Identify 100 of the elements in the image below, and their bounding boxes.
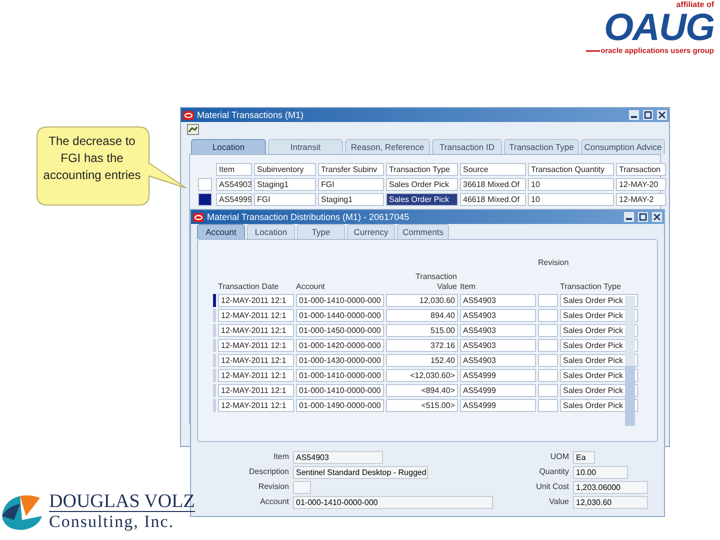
table-cell[interactable]: [538, 324, 558, 337]
table-cell[interactable]: [538, 339, 558, 352]
tab[interactable]: Location: [191, 139, 266, 154]
table-cell[interactable]: 36618 Mixed.Of: [460, 178, 526, 191]
table-cell[interactable]: <515.00>: [386, 399, 458, 412]
column-header[interactable]: Subinventory: [254, 163, 316, 176]
table-cell[interactable]: 01-000-1410-0000-000: [296, 294, 384, 307]
table-cell[interactable]: Staging1: [254, 178, 316, 191]
table-cell[interactable]: AS54999: [460, 384, 536, 397]
tab[interactable]: Transaction Type: [504, 139, 579, 154]
minimize-icon[interactable]: [624, 212, 634, 222]
field-label: Value: [548, 496, 570, 508]
table-cell[interactable]: Staging1: [318, 193, 384, 206]
column-header[interactable]: Transaction Quantity: [528, 163, 614, 176]
table-cell[interactable]: AS54999: [460, 369, 536, 382]
table-cell[interactable]: 01-000-1430-0000-000: [296, 354, 384, 367]
tab[interactable]: Transaction ID: [432, 139, 502, 154]
table-cell[interactable]: AS54903: [460, 309, 536, 322]
table-cell[interactable]: 515.00: [386, 324, 458, 337]
table-cell[interactable]: FGI: [318, 178, 384, 191]
column-header: Transaction Type: [560, 282, 622, 292]
column-header[interactable]: Transaction: [616, 163, 666, 176]
table-cell[interactable]: 01-000-1410-0000-000: [296, 384, 384, 397]
table-cell[interactable]: 894.40: [386, 309, 458, 322]
callout-text: The decrease to FGI has the accounting entries: [42, 133, 142, 184]
table-cell[interactable]: 12,030.60: [386, 294, 458, 307]
scrollbar[interactable]: [625, 296, 635, 426]
tab[interactable]: Reason, Reference: [345, 139, 430, 154]
table-cell[interactable]: 12-MAY-2011 12:1: [218, 294, 294, 307]
table-cell[interactable]: 12-MAY-2011 12:1: [218, 309, 294, 322]
column-header[interactable]: Transaction Type: [386, 163, 458, 176]
row-indicator[interactable]: [198, 193, 212, 206]
tab[interactable]: Comments: [397, 224, 449, 239]
table-cell[interactable]: 12-MAY-2011 12:1: [218, 324, 294, 337]
table-cell[interactable]: 372.16: [386, 339, 458, 352]
table-cell[interactable]: AS54903: [460, 339, 536, 352]
maximize-icon[interactable]: [643, 110, 653, 120]
input-field[interactable]: 1,203.06000: [573, 480, 648, 494]
table-cell[interactable]: 12-MAY-2: [616, 193, 666, 206]
column-header[interactable]: Item: [216, 163, 252, 176]
table-cell[interactable]: 12-MAY-2011 12:1: [218, 399, 294, 412]
table-cell[interactable]: 12-MAY-2011 12:1: [218, 369, 294, 382]
close-icon[interactable]: [652, 212, 662, 222]
table-cell[interactable]: AS54903: [460, 354, 536, 367]
table-cell[interactable]: 12-MAY-2011 12:1: [218, 354, 294, 367]
field-label: UOM: [549, 451, 570, 463]
table-cell[interactable]: 12-MAY-2011 12:1: [218, 384, 294, 397]
table-cell[interactable]: 01-000-1440-0000-000: [296, 309, 384, 322]
logo-caption: affiliate of: [676, 0, 714, 10]
logo-letters: OAUG: [604, 10, 714, 46]
input-field[interactable]: 12,030.60: [573, 496, 648, 508]
column-header[interactable]: Transfer Subinv: [318, 163, 384, 176]
minimize-icon[interactable]: [629, 110, 639, 120]
field-label: Account: [259, 496, 290, 508]
column-header: Revision: [538, 258, 568, 268]
table-cell[interactable]: 01-000-1420-0000-000: [296, 339, 384, 352]
input-field[interactable]: Ea: [573, 450, 595, 464]
input-field[interactable]: 01-000-1410-0000-000: [293, 496, 493, 508]
table-cell[interactable]: [538, 384, 558, 397]
table-cell[interactable]: Sales Order Pick: [386, 193, 458, 206]
table-cell[interactable]: 01-000-1410-0000-000: [296, 369, 384, 382]
field-label: Description: [248, 466, 290, 478]
table-cell[interactable]: Sales Order Pick: [386, 178, 458, 191]
tab[interactable]: Type: [297, 224, 345, 239]
field-label: Unit Cost: [535, 481, 570, 493]
table-cell[interactable]: [538, 369, 558, 382]
table-cell[interactable]: [538, 354, 558, 367]
table-cell[interactable]: 152.40: [386, 354, 458, 367]
table-cell[interactable]: AS54903: [460, 294, 536, 307]
table-cell[interactable]: <12,030.60>: [386, 369, 458, 382]
table-cell[interactable]: 10: [528, 193, 614, 206]
input-field[interactable]: AS54903: [293, 450, 383, 464]
maximize-icon[interactable]: [638, 212, 648, 222]
table-cell[interactable]: [538, 294, 558, 307]
table-cell[interactable]: [538, 309, 558, 322]
table-cell[interactable]: FGI: [254, 193, 316, 206]
tab[interactable]: Currency: [347, 224, 395, 239]
column-header: Account: [296, 282, 326, 292]
table-cell[interactable]: 10: [528, 178, 614, 191]
column-header[interactable]: Source: [460, 163, 526, 176]
column-header: Item: [460, 282, 477, 292]
tab[interactable]: Consumption Advice: [581, 139, 665, 154]
field-label: Quantity: [538, 466, 570, 478]
table-cell[interactable]: 46618 Mixed.Of: [460, 193, 526, 206]
input-field[interactable]: [293, 480, 311, 494]
table-cell[interactable]: <894.40>: [386, 384, 458, 397]
table-cell[interactable]: 12-MAY-20: [616, 178, 666, 191]
table-cell[interactable]: 12-MAY-2011 12:1: [218, 339, 294, 352]
tab[interactable]: Intransit: [268, 139, 343, 154]
table-cell[interactable]: [538, 399, 558, 412]
input-field[interactable]: 10.00: [573, 466, 628, 478]
input-field[interactable]: Sentinel Standard Desktop - Rugged: [293, 466, 428, 478]
close-icon[interactable]: [657, 110, 667, 120]
table-cell[interactable]: AS54999: [460, 399, 536, 412]
tab[interactable]: Account: [197, 224, 245, 239]
table-cell[interactable]: 01-000-1490-0000-000: [296, 399, 384, 412]
table-cell[interactable]: 01-000-1450-0000-000: [296, 324, 384, 337]
table-cell[interactable]: AS54903: [460, 324, 536, 337]
tab[interactable]: Location: [247, 224, 295, 239]
window-title: Material Transactions (M1): [197, 110, 304, 120]
